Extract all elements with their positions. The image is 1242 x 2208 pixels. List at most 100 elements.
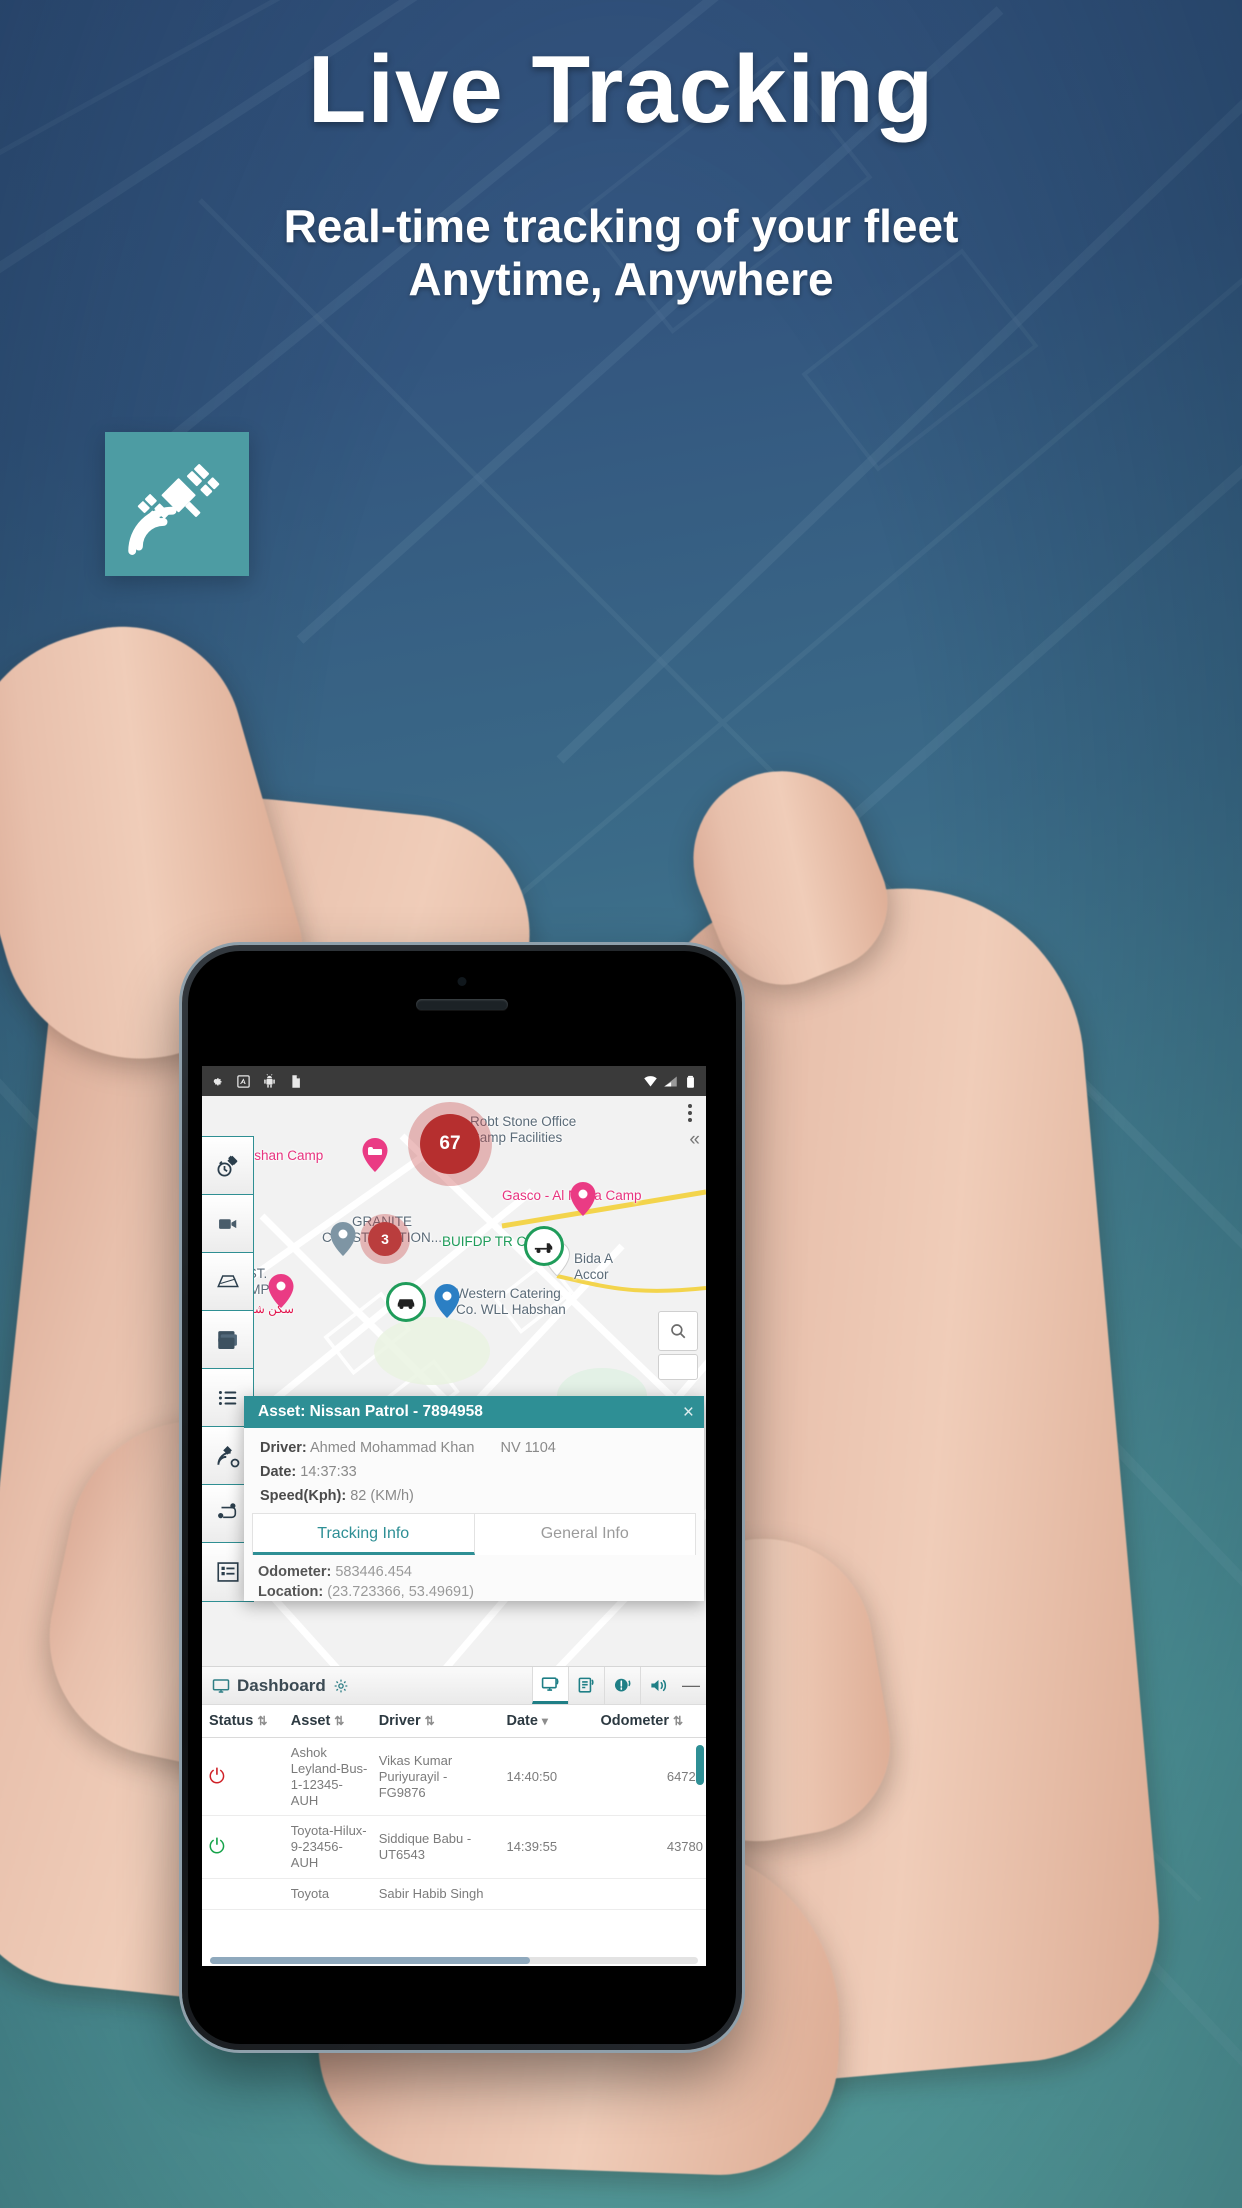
satellite-badge (105, 432, 249, 576)
cell-status: ⏻ (202, 1737, 284, 1817)
table-row[interactable]: ⏻ Ashok Leyland-Bus-1-12345-AUH Vikas Ku… (202, 1737, 706, 1817)
dashboard-title: Dashboard (237, 1675, 326, 1695)
field-label: Odometer: (258, 1564, 332, 1581)
table-horizontal-scrollbar[interactable] (210, 1957, 698, 1964)
field-value: (23.723366, 53.49691) (327, 1584, 475, 1601)
cell-odometer: 43780 (593, 1815, 706, 1880)
map-more-options-button[interactable] (688, 1104, 692, 1122)
column-header-driver[interactable]: Driver ⇅ (371, 1705, 500, 1738)
android-a-icon (237, 1074, 250, 1088)
dashboard-tab-sound[interactable] (640, 1667, 676, 1704)
report-list-icon (216, 1562, 239, 1582)
cell-date: 14:40:50 (499, 1737, 594, 1817)
page-title: Live Tracking (307, 36, 935, 143)
map-pin-generic-icon[interactable] (330, 1222, 356, 1256)
cell-asset: Ashok Leyland-Bus-1-12345-AUH (283, 1737, 372, 1817)
cell-odometer: 64723 (593, 1737, 706, 1817)
front-camera-icon (457, 977, 467, 986)
report-icon (578, 1677, 594, 1693)
more-vertical-icon-dot (688, 1118, 692, 1122)
gear-icon (213, 1077, 222, 1085)
popup-field-date: Date: 14:37:33 (260, 1463, 688, 1481)
table-row[interactable]: ⏻ Toyota-Hilux-9-23456-AUH Siddique Babu… (202, 1815, 706, 1880)
map-cluster-67[interactable]: 67 (408, 1102, 492, 1186)
dashboard-table-container[interactable]: Status ⇅ Asset ⇅ Driver ⇅ Date ▾ Odometer ⇅ ⏻ (202, 1705, 706, 1966)
truck-icon (534, 1243, 553, 1254)
dashboard-tab-bar[interactable] (532, 1667, 676, 1704)
asset-detail-popup[interactable]: Asset: Nissan Patrol - 7894958 × Driver:… (244, 1396, 704, 1601)
sort-icon: ⇅ (673, 1714, 684, 1728)
geofence-icon (216, 1274, 239, 1287)
field-value: 14:37:33 (300, 1464, 357, 1481)
phone-screen-bezel: Robt Stone Office Camp Facilities MG Habs… (188, 951, 736, 2044)
popup-tab-bar[interactable]: Tracking Info General Info (252, 1513, 696, 1556)
column-header-asset[interactable]: Asset ⇅ (283, 1705, 372, 1738)
dashboard-panel: Dashboard — Status ⇅ Asset ⇅ Driver ⇅ Da… (202, 1666, 706, 1966)
tracking-odometer: Odometer: 583446.454 (258, 1564, 690, 1580)
gear-icon[interactable] (333, 1678, 349, 1694)
cell-status: ⏻ (202, 1815, 284, 1880)
dashboard-tab-monitor[interactable] (532, 1667, 568, 1704)
toolbar-video-button[interactable] (202, 1195, 253, 1253)
vehicle-marker-green-car[interactable] (386, 1282, 426, 1322)
field-value: Ahmed Mohammad Khan (309, 1440, 475, 1456)
popup-field-driver: Driver: Ahmed Mohammad Khan NV 1104 (260, 1439, 688, 1457)
column-header-date[interactable]: Date ▾ (499, 1705, 594, 1738)
column-header-status[interactable]: Status ⇅ (202, 1705, 284, 1738)
map-search-button[interactable] (658, 1311, 698, 1351)
map-pin-western-catering-icon[interactable] (434, 1284, 460, 1318)
dashboard-tab-alerts[interactable] (604, 1667, 640, 1704)
hand-holding-phone: Robt Stone Office Camp Facilities MG Habs… (0, 560, 1242, 2208)
sort-icon: ⇅ (257, 1714, 268, 1728)
scrollbar-thumb[interactable] (210, 1957, 530, 1964)
list-icon (218, 1390, 236, 1405)
earpiece-speaker (416, 999, 508, 1010)
table-header-row: Status ⇅ Asset ⇅ Driver ⇅ Date ▾ Odometer ⇅ (202, 1705, 706, 1738)
table-vertical-scrollbar[interactable] (696, 1745, 704, 1785)
cell-driver: Siddique Babu - UT6543 (371, 1815, 500, 1880)
cell-driver: Sabir Habib Singh (371, 1878, 500, 1910)
tab-tracking-info[interactable]: Tracking Info (253, 1514, 475, 1556)
map-label-bida: Bida A Accor (574, 1251, 614, 1282)
vehicle-marker-green-truck[interactable] (524, 1226, 564, 1266)
monitor-icon (541, 1676, 559, 1691)
column-header-odometer[interactable]: Odometer ⇅ (593, 1705, 706, 1738)
dashboard-toolbar: Dashboard — (202, 1667, 706, 1705)
battery-icon (687, 1075, 694, 1088)
cluster-count: 67 (439, 1133, 461, 1154)
monitor-icon (212, 1678, 230, 1693)
car-icon (397, 1299, 415, 1310)
phone-device: Robt Stone Office Camp Facilities MG Habs… (182, 945, 742, 2050)
cell-date (499, 1878, 594, 1910)
field-label: Speed(Kph): (260, 1488, 347, 1505)
page-subtitle: Real-time tracking of your fleet Anytime… (0, 200, 1242, 306)
subtitle-line-2: Anytime, Anywhere (408, 252, 834, 305)
tracking-location: Location: (23.723366, 53.49691) (258, 1584, 690, 1600)
close-icon[interactable]: × (683, 1403, 694, 1422)
subtitle-line-1: Real-time tracking of your fleet (283, 200, 959, 252)
tab-general-info[interactable]: General Info (475, 1514, 696, 1555)
table-row[interactable]: Toyota Sabir Habib Singh (202, 1878, 706, 1910)
route-icon (217, 1502, 236, 1518)
popup-field-speed: Speed(Kph): 82 (KM/h) (260, 1487, 688, 1505)
app-screen: Robt Stone Office Camp Facilities MG Habs… (202, 1066, 706, 1966)
map-pin-lodging-icon[interactable] (362, 1138, 388, 1172)
sort-icon: ⇅ (334, 1714, 345, 1728)
popup-body: Driver: Ahmed Mohammad Khan NV 1104 Date… (244, 1428, 704, 1505)
dashboard-tab-reports[interactable] (568, 1667, 604, 1704)
dashboard-title-group: Dashboard (202, 1676, 532, 1696)
map-pin-sab-est-icon[interactable] (268, 1274, 294, 1308)
cell-odometer (593, 1878, 706, 1910)
map-cluster-3[interactable]: 3 (360, 1214, 410, 1264)
live-map[interactable]: Robt Stone Office Camp Facilities MG Habs… (202, 1096, 706, 1696)
map-pin-gasco-icon[interactable] (570, 1182, 596, 1216)
more-vertical-icon-dot (688, 1111, 692, 1115)
toolbar-history-playback-button[interactable] (202, 1137, 253, 1195)
toolbar-layers-button[interactable] (202, 1311, 253, 1369)
wifi-icon (644, 1075, 657, 1086)
map-collapse-button[interactable]: « (689, 1130, 700, 1149)
map-extra-control[interactable] (658, 1354, 698, 1380)
cell-date: 14:39:55 (499, 1815, 594, 1880)
toolbar-geofence-button[interactable] (202, 1253, 253, 1311)
minimize-button[interactable]: — (676, 1675, 706, 1696)
